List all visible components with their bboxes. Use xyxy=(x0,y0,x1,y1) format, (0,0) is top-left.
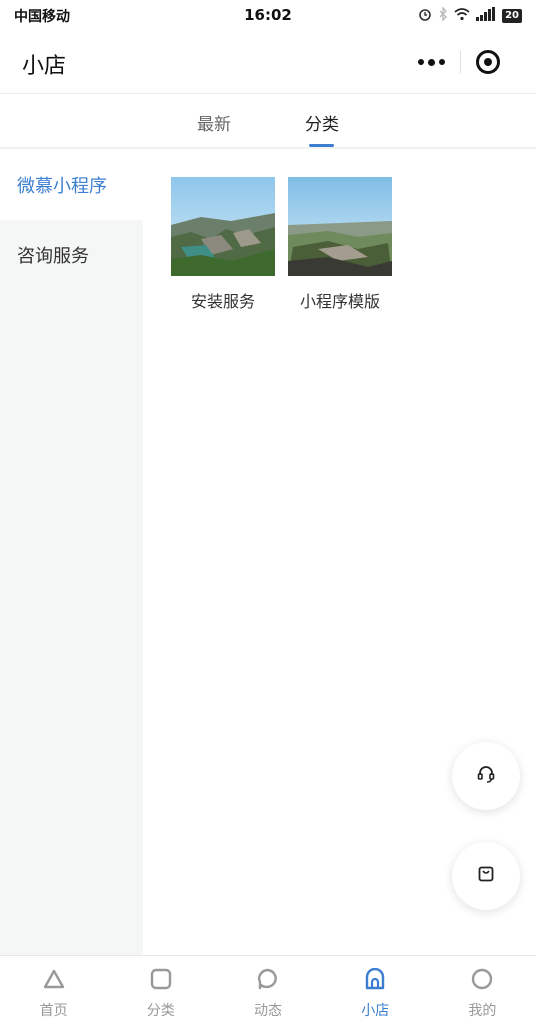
sidebar-item-weimu-miniprogram[interactable]: 微慕小程序 xyxy=(0,150,143,220)
nav-bar: 小店 xyxy=(0,30,536,94)
bottom-tab-bar: 首页 分类 动态 小店 我的 xyxy=(0,955,536,1024)
product-card-miniprogram-template[interactable]: 小程序模版 xyxy=(288,177,392,312)
profile-circle-icon xyxy=(470,968,494,994)
tabbar-label: 分类 xyxy=(146,1003,175,1019)
tab-bar-top: 最新 分类 xyxy=(0,95,536,149)
product-thumbnail xyxy=(288,177,392,276)
page-title: 小店 xyxy=(22,54,67,79)
product-title: 安装服务 xyxy=(190,292,255,311)
shop-icon xyxy=(363,967,387,994)
close-mini-program-button[interactable] xyxy=(460,44,516,80)
product-title: 小程序模版 xyxy=(299,292,380,311)
tabbar-item-feed[interactable]: 动态 xyxy=(214,956,321,1024)
tabbar-item-home[interactable]: 首页 xyxy=(0,956,107,1024)
triangle-icon xyxy=(42,968,66,994)
tabbar-label: 动态 xyxy=(254,1003,282,1019)
sidebar-item-consulting[interactable]: 咨询服务 xyxy=(0,220,143,290)
tab-category[interactable]: 分类 xyxy=(305,110,339,135)
alarm-icon xyxy=(418,6,432,25)
tab-latest[interactable]: 最新 xyxy=(197,110,231,135)
square-icon xyxy=(149,968,173,994)
product-card-install-service[interactable]: 安装服务 xyxy=(171,177,275,312)
speech-bubble-icon xyxy=(256,968,280,994)
more-menu-button[interactable] xyxy=(404,44,460,80)
bluetooth-icon xyxy=(438,6,448,25)
tabbar-item-category[interactable]: 分类 xyxy=(107,956,214,1024)
sidebar-item-label: 微慕小程序 xyxy=(17,176,107,197)
shopping-bag-icon xyxy=(477,865,495,887)
shopping-bag-button[interactable] xyxy=(452,842,520,910)
more-dots-icon xyxy=(418,59,425,65)
status-icons: 20 xyxy=(418,6,522,25)
mini-program-capsule xyxy=(404,44,516,80)
tabbar-label: 我的 xyxy=(468,1003,497,1019)
signal-icon xyxy=(476,6,496,25)
target-circle-icon xyxy=(476,50,501,74)
category-sidebar: 微慕小程序 咨询服务 xyxy=(0,150,143,955)
tabbar-item-shop[interactable]: 小店 xyxy=(322,956,429,1024)
tabbar-item-profile[interactable]: 我的 xyxy=(429,956,536,1024)
status-bar: 中国移动 16:02 20 xyxy=(0,0,536,30)
sidebar-item-label: 咨询服务 xyxy=(17,246,89,267)
product-grid: 安装服务 小程序模版 xyxy=(143,150,536,955)
product-thumbnail xyxy=(171,177,275,276)
tabbar-label: 首页 xyxy=(39,1003,68,1019)
battery-indicator: 20 xyxy=(502,8,522,23)
wifi-icon xyxy=(454,6,470,25)
tabbar-label: 小店 xyxy=(361,1003,390,1019)
active-tab-indicator xyxy=(309,144,334,147)
headset-icon xyxy=(476,764,496,788)
customer-service-button[interactable] xyxy=(452,742,520,810)
